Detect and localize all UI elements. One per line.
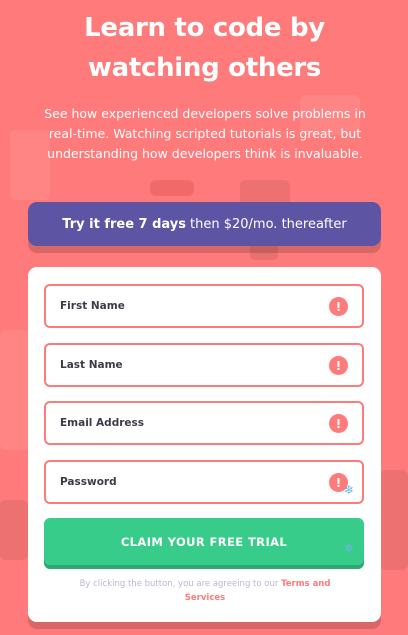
error-icon: ! [329,297,348,316]
email-input[interactable] [46,403,362,443]
gear-icon: ❄ [344,541,355,555]
error-icon: ! [329,414,348,433]
first-name-input[interactable] [46,286,362,326]
terms-prefix: By clicking the button, you are agreeing… [79,579,279,589]
last-name-input[interactable] [46,345,362,385]
claim-trial-button[interactable]: CLAIM YOUR FREE TRIAL [44,518,364,565]
terms-notice: By clicking the button, you are agreeing… [74,577,336,605]
gear-icon: ❄ [344,483,355,497]
free-trial-banner: Try it free 7 days then $20/mo. thereaft… [28,202,381,246]
email-field: ! [44,401,364,445]
first-name-field: ! [44,284,364,328]
banner-highlight: Try it free 7 days [62,216,187,232]
hero-title: Learn to code by watching others [84,13,325,83]
last-name-field: ! [44,343,364,387]
error-icon: ! [329,356,348,375]
password-input[interactable] [46,462,362,502]
signup-form: ! ! ! ! ❄ CLAIM YOUR FREE TRIAL ❄ By cli… [28,267,381,622]
banner-rest: then $20/mo. thereafter [190,216,347,232]
password-field: ! [44,460,364,504]
hero-description: See how experienced developers solve pro… [44,106,366,161]
